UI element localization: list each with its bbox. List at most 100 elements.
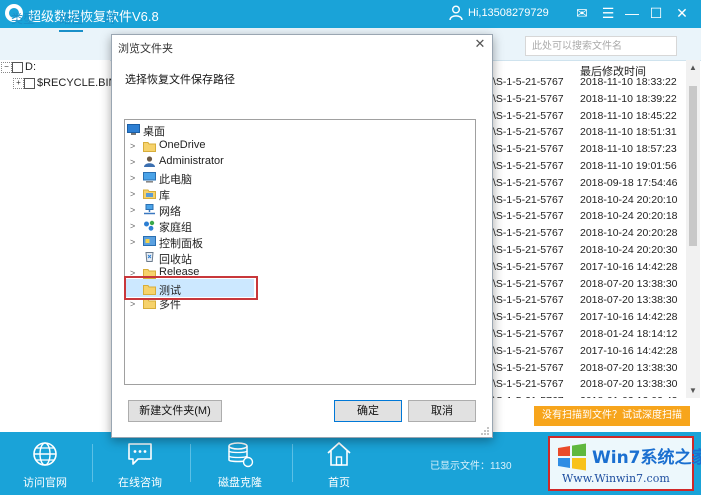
app-title: 超级数据恢复软件V6.8	[28, 9, 159, 24]
file-row[interactable]: \S-1-5-21-5767 2018-01-03 12:03:43	[488, 395, 686, 398]
file-mtime-cell: 2018-11-10 18:33:22	[580, 76, 677, 88]
file-path-cell: \S-1-5-21-5767	[493, 210, 564, 223]
file-path-cell: \S-1-5-21-5767	[493, 176, 564, 189]
folder-node-label: OneDrive	[159, 139, 206, 151]
collapse-icon[interactable]: −	[1, 61, 12, 73]
dialog-prompt: 选择恢复文件保存路径	[125, 74, 235, 86]
recycle-bin-icon	[145, 252, 154, 262]
ok-button[interactable]: 确定	[334, 400, 402, 422]
watermark-logo: Win7系统之家 Www.Winwin7.com	[548, 436, 701, 491]
drive-tree	[0, 60, 110, 432]
file-row[interactable]: \S-1-5-21-5767 2018-07-20 13:38:30	[488, 278, 686, 294]
windows-flag-icon	[558, 443, 586, 471]
file-row[interactable]: \S-1-5-21-5767 2018-11-10 18:45:22	[488, 110, 686, 126]
toolbar-divider	[190, 444, 191, 482]
folder-node-label: 家庭组	[159, 222, 192, 234]
file-mtime-cell: 2018-01-03 12:03:43	[580, 395, 678, 398]
tree-node-label: D:	[25, 61, 36, 73]
file-row[interactable]: \S-1-5-21-5767 2018-11-10 18:57:23	[488, 143, 686, 159]
disk-clone-button[interactable]: 磁盘克隆	[195, 432, 285, 495]
message-icon[interactable]: ✉	[572, 3, 592, 23]
chevron-right-icon[interactable]: >	[130, 299, 135, 309]
chevron-right-icon[interactable]: >	[130, 237, 135, 247]
file-row[interactable]: \S-1-5-21-5767 2018-10-24 20:20:10	[488, 194, 686, 210]
user-account-label[interactable]: Hi,13508279729	[468, 7, 549, 19]
scroll-up-icon[interactable]: ▲	[689, 63, 697, 72]
file-row[interactable]: \S-1-5-21-5767 2017-10-16 14:42:28	[488, 345, 686, 361]
file-row[interactable]: \S-1-5-21-5767 2018-11-10 18:51:31	[488, 126, 686, 142]
chat-icon	[128, 443, 152, 465]
chevron-right-icon[interactable]: >	[130, 157, 135, 167]
file-path-cell: \S-1-5-21-5767	[493, 193, 564, 206]
close-button[interactable]: ✕	[672, 3, 692, 23]
expand-icon[interactable]: +	[13, 77, 24, 89]
deep-scan-link[interactable]: 没有扫描到文件？试试深度扫描	[534, 406, 690, 426]
file-row[interactable]: \S-1-5-21-5767 2018-11-10 18:39:22	[488, 93, 686, 109]
file-row[interactable]: \S-1-5-21-5767 2018-07-20 13:38:30	[488, 362, 686, 378]
file-row[interactable]: \S-1-5-21-5767 2018-10-24 20:20:30	[488, 244, 686, 260]
file-list: \S-1-5-21-5767 2018-11-10 18:33:22 \S-1-5-…	[488, 60, 686, 398]
file-path-cell: \S-1-5-21-5767	[493, 76, 564, 88]
search-input[interactable]: 此处可以搜索文件名	[525, 36, 677, 56]
tree-checkbox[interactable]	[12, 61, 23, 73]
file-row[interactable]: \S-1-5-21-5767 2018-09-18 17:54:46	[488, 177, 686, 193]
tree-node-drive-d[interactable]: − D:	[1, 61, 36, 73]
chevron-right-icon[interactable]: >	[130, 221, 135, 231]
home-icon	[327, 442, 351, 466]
chevron-right-icon[interactable]: >	[130, 205, 135, 215]
annotation-highlight-box	[124, 276, 258, 300]
minimize-button[interactable]: —	[622, 3, 642, 23]
control-panel-icon	[143, 236, 156, 246]
online-consult-button[interactable]: 在线咨询	[95, 432, 185, 495]
folder-node-label: 此电脑	[159, 174, 192, 186]
cancel-button[interactable]: 取消	[408, 400, 476, 422]
toolbar-label: 在线咨询	[118, 477, 162, 489]
visit-website-button[interactable]: 访问官网	[0, 432, 90, 495]
file-mtime-cell: 2018-11-10 18:45:22	[580, 109, 677, 122]
toolbar-divider	[292, 444, 293, 482]
file-mtime-cell: 2017-10-16 14:42:28	[580, 344, 678, 357]
file-row[interactable]: \S-1-5-21-5767 2017-10-16 14:42:28	[488, 311, 686, 327]
file-mtime-cell: 2018-11-10 18:51:31	[580, 126, 677, 139]
toolbar-label: 首页	[328, 477, 350, 489]
user-icon[interactable]	[449, 5, 463, 21]
file-path-cell: \S-1-5-21-5767	[493, 260, 564, 273]
tree-checkbox[interactable]	[24, 77, 35, 89]
menu-icon[interactable]: ☰	[598, 3, 618, 23]
chevron-right-icon[interactable]: >	[130, 173, 135, 183]
shown-files-count: 已显示文件：1130	[430, 461, 512, 472]
file-row[interactable]: \S-1-5-21-5767 2018-07-20 13:38:30	[488, 294, 686, 310]
desktop-icon	[127, 124, 140, 135]
file-row[interactable]: \S-1-5-21-5767 2018-10-24 20:20:18	[488, 210, 686, 226]
file-row[interactable]: \S-1-5-21-5767 2018-11-10 18:33:22	[488, 76, 686, 92]
file-path-cell: \S-1-5-21-5767	[493, 277, 564, 290]
file-path-cell: \S-1-5-21-5767	[493, 92, 564, 105]
file-path-cell: \S-1-5-21-5767	[493, 395, 564, 398]
file-row[interactable]: \S-1-5-21-5767 2018-10-24 20:20:28	[488, 227, 686, 243]
tab-type[interactable]: 类型	[11, 10, 35, 27]
resize-grip-icon[interactable]	[480, 426, 490, 436]
file-row[interactable]: \S-1-5-21-5767 2018-01-24 18:14:12	[488, 328, 686, 344]
file-path-cell: \S-1-5-21-5767	[493, 311, 564, 324]
file-mtime-cell: 2018-07-20 13:38:30	[580, 378, 678, 391]
tab-time[interactable]: 时	[104, 10, 116, 27]
home-button[interactable]: 首页	[294, 432, 384, 495]
file-row[interactable]: \S-1-5-21-5767 2018-11-10 19:01:56	[488, 160, 686, 176]
file-row[interactable]: \S-1-5-21-5767 2017-10-16 14:42:28	[488, 261, 686, 277]
new-folder-button[interactable]: 新建文件夹(M)	[128, 400, 222, 422]
folder-node-label: 回收站	[159, 254, 192, 266]
chevron-right-icon[interactable]: >	[130, 141, 135, 151]
tree-node-recycle-bin[interactable]: + $RECYCLE.BIN	[13, 77, 116, 89]
folder-node-label: 库	[159, 190, 170, 202]
dialog-close-icon[interactable]: ✕	[473, 37, 487, 51]
file-path-cell: \S-1-5-21-5767	[493, 361, 564, 374]
file-path-cell: \S-1-5-21-5767	[493, 344, 564, 357]
chevron-right-icon[interactable]: >	[130, 189, 135, 199]
maximize-button[interactable]: ☐	[646, 3, 666, 23]
scroll-down-icon[interactable]: ▼	[689, 386, 697, 395]
scrollbar-thumb[interactable]	[689, 86, 697, 246]
file-mtime-cell: 2018-07-20 13:38:30	[580, 361, 678, 374]
homegroup-icon	[144, 220, 155, 231]
tab-path[interactable]: 路径	[59, 10, 84, 32]
file-row[interactable]: \S-1-5-21-5767 2018-07-20 13:38:30	[488, 378, 686, 394]
